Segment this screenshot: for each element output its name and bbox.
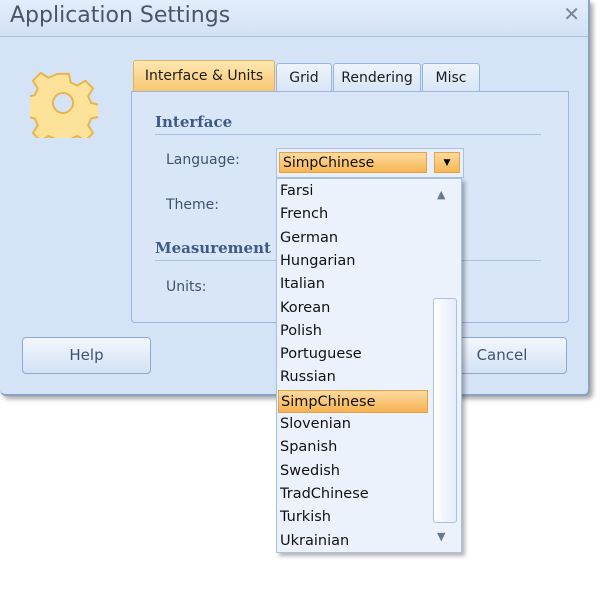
chevron-down-icon[interactable]: ▼ xyxy=(434,152,460,173)
theme-label: Theme: xyxy=(166,197,220,213)
dropdown-option[interactable]: Korean xyxy=(278,297,428,320)
dropdown-option[interactable]: Swedish xyxy=(278,460,428,483)
tab-grid[interactable]: Grid xyxy=(276,63,332,92)
dropdown-option[interactable]: Spanish xyxy=(278,436,428,459)
tab-misc[interactable]: Misc xyxy=(422,63,480,92)
scroll-up-icon[interactable]: ▲ xyxy=(437,188,445,201)
title-bar: Application Settings ✕ xyxy=(0,0,588,37)
language-value[interactable]: SimpChinese xyxy=(279,152,427,173)
close-icon[interactable]: ✕ xyxy=(563,2,580,26)
dropdown-option[interactable]: Slovenian xyxy=(278,413,428,436)
dropdown-option[interactable]: Hungarian xyxy=(278,250,428,273)
scrollbar[interactable]: ▲ ▼ xyxy=(428,180,460,551)
scroll-down-icon[interactable]: ▼ xyxy=(437,530,445,543)
measurement-heading: Measurement xyxy=(155,239,271,257)
dropdown-option[interactable]: SimpChinese xyxy=(278,389,428,413)
dropdown-option[interactable]: French xyxy=(278,203,428,226)
dropdown-option[interactable]: Portuguese xyxy=(278,343,428,366)
dropdown-option[interactable]: Farsi xyxy=(278,180,428,203)
dropdown-option[interactable]: Italian xyxy=(278,273,428,296)
dropdown-option[interactable]: TradChinese xyxy=(278,483,428,506)
dropdown-option[interactable]: German xyxy=(278,227,428,250)
help-button[interactable]: Help xyxy=(22,337,151,374)
dropdown-option[interactable]: Russian xyxy=(278,366,428,389)
language-dropdown-list[interactable]: ▲ ▼ Farsi French German Hungarian Italian Kor… xyxy=(276,178,462,553)
dropdown-option[interactable]: Polish xyxy=(278,320,428,343)
tab-interface-units[interactable]: Interface & Units xyxy=(133,60,275,94)
gear-icon xyxy=(30,71,98,138)
language-label: Language: xyxy=(166,152,240,168)
language-select[interactable]: SimpChinese ▼ xyxy=(276,148,464,178)
dropdown-option[interactable]: Ukrainian xyxy=(278,530,428,553)
interface-heading: Interface xyxy=(155,113,233,131)
tab-rendering[interactable]: Rendering xyxy=(333,63,421,92)
window-title: Application Settings xyxy=(10,3,231,28)
divider xyxy=(155,134,541,135)
dropdown-option[interactable]: Turkish xyxy=(278,506,428,529)
units-label: Units: xyxy=(166,279,207,295)
scrollbar-thumb[interactable] xyxy=(433,298,457,523)
